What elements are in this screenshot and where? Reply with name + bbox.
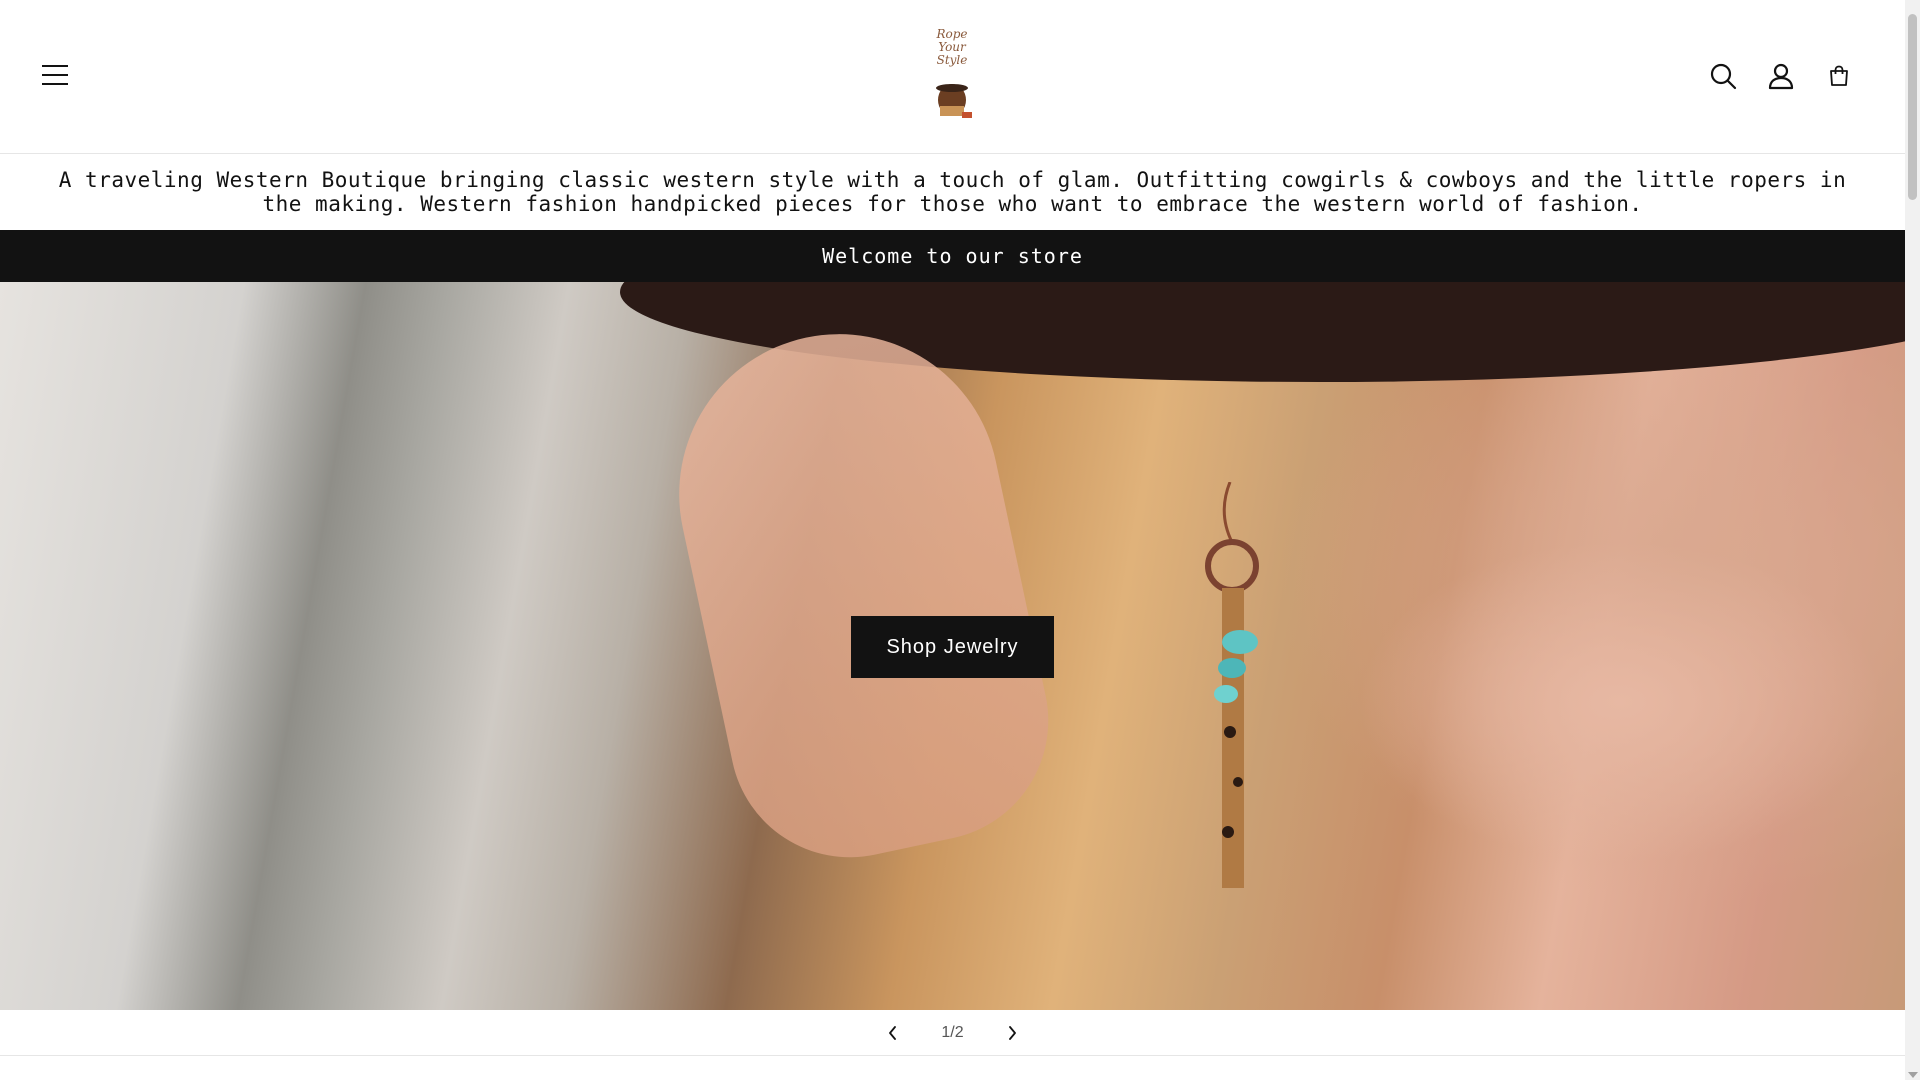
hamburger-menu-icon <box>42 65 68 85</box>
chevron-right-icon <box>1008 1025 1016 1040</box>
shop-jewelry-button[interactable]: Shop Jewelry <box>851 616 1054 678</box>
tagline-text: A traveling Western Boutique bringing cl… <box>58 168 1847 216</box>
slide-counter: 1/2 <box>941 1023 964 1041</box>
cowgirl-logo-icon <box>936 84 972 118</box>
site-header: Rope Your Style <box>0 0 1905 154</box>
account-icon <box>1768 63 1794 90</box>
header-icons <box>1705 58 1857 94</box>
announcement-text: Welcome to our store <box>822 244 1083 268</box>
cart-button[interactable] <box>1821 58 1857 94</box>
store-logo[interactable]: Rope Your Style <box>922 28 982 124</box>
slider-controls: 1/2 <box>0 1010 1905 1056</box>
search-button[interactable] <box>1705 58 1741 94</box>
store-tagline: A traveling Western Boutique bringing cl… <box>0 154 1905 230</box>
announcement-bar: Welcome to our store <box>0 230 1905 282</box>
hero-image-hand <box>649 304 1071 880</box>
hero-slide: Shop Jewelry <box>0 282 1905 1010</box>
chevron-left-icon <box>889 1025 897 1040</box>
page-scrollbar[interactable] <box>1905 0 1920 1080</box>
scrollbar-thumb[interactable] <box>1908 14 1917 200</box>
page: Rope Your Style A traveling Western Bout… <box>0 0 1905 1080</box>
search-icon <box>1710 63 1737 90</box>
previous-slide-button[interactable] <box>873 1013 913 1053</box>
cart-icon <box>1830 65 1848 86</box>
account-button[interactable] <box>1763 58 1799 94</box>
next-slide-button[interactable] <box>992 1013 1032 1053</box>
hero-image-earring <box>1205 482 1259 888</box>
scroll-down-arrow-icon[interactable] <box>1908 1072 1918 1078</box>
menu-button[interactable] <box>38 58 72 92</box>
